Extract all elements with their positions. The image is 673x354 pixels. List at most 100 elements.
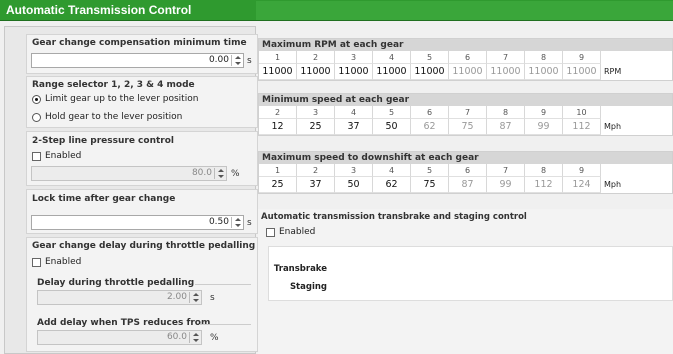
transbrake-enabled-label: Enabled <box>279 227 316 237</box>
line-pressure-group: 2-Step line pressure control Enabled 80.… <box>26 131 258 186</box>
delay-pedalling-value: 2.00 <box>166 292 187 302</box>
checkbox-icon[interactable] <box>32 151 41 161</box>
min-speed-cell[interactable]: 50 <box>373 119 411 135</box>
line-pressure-enabled-label: Enabled <box>45 151 82 161</box>
table-header-cell: 9 <box>563 51 601 64</box>
gear-comp-group: Gear change compensation minimum time 0.… <box>26 34 258 74</box>
table-header-cell: 10 <box>563 106 601 119</box>
tps-delay-label: Add delay when TPS reduces from <box>37 318 211 328</box>
gear-comp-unit: s <box>247 56 252 66</box>
table-header-cell: 6 <box>411 106 449 119</box>
range-selector-group: Range selector 1, 2, 3 & 4 mode Limit ge… <box>26 76 258 128</box>
divider <box>199 324 251 325</box>
rpm-table-header-row: 1 2 3 4 5 6 7 8 9 <box>259 51 672 64</box>
downshift-cell[interactable]: 75 <box>411 177 449 193</box>
table-header-cell: 9 <box>525 106 563 119</box>
downshift-cell[interactable]: 99 <box>487 177 525 193</box>
downshift-cell[interactable]: 25 <box>259 177 297 193</box>
tps-delay-unit: % <box>210 333 219 343</box>
table-header-cell: 8 <box>525 164 563 177</box>
table-header-cell: 6 <box>449 164 487 177</box>
gear-comp-input[interactable]: 0.00 <box>31 53 244 68</box>
spinner-arrows-icon[interactable] <box>231 55 242 66</box>
downshift-cell[interactable]: 50 <box>335 177 373 193</box>
min-speed-cell[interactable]: 25 <box>297 119 335 135</box>
rpm-table-title: Maximum RPM at each gear <box>259 39 672 51</box>
spinner-arrows-icon[interactable] <box>189 332 200 343</box>
table-header-cell: 1 <box>259 164 297 177</box>
rpm-cell[interactable]: 11000 <box>373 64 411 80</box>
table-header-cell: 7 <box>487 164 525 177</box>
tps-delay-input[interactable]: 60.0 <box>37 330 202 345</box>
rpm-cell[interactable]: 11000 <box>563 64 601 80</box>
rpm-cell[interactable]: 11000 <box>525 64 563 80</box>
line-pressure-enabled-checkbox[interactable]: Enabled <box>32 151 81 161</box>
table-header-cell: 3 <box>297 106 335 119</box>
table-header-cell: 2 <box>297 164 335 177</box>
rpm-table-value-row: 11000 11000 11000 11000 11000 11000 1100… <box>259 64 672 80</box>
transbrake-group: Automatic transmission transbrake and st… <box>258 209 673 354</box>
transbrake-enabled-checkbox[interactable]: Enabled <box>266 227 315 237</box>
rpm-cell[interactable]: 11000 <box>335 64 373 80</box>
tps-delay-value: 60.0 <box>166 332 187 342</box>
line-pressure-label: 2-Step line pressure control <box>32 136 174 146</box>
table-header-cell: 4 <box>373 51 411 64</box>
lock-time-input[interactable]: 0.50 <box>31 215 244 230</box>
gear-tables-panel: Maximum RPM at each gear 1 2 3 4 5 6 7 8… <box>258 30 673 354</box>
range-option-limit-label: Limit gear up to the lever position <box>45 94 199 104</box>
min-speed-value-row: 12 25 37 50 62 75 87 99 112 Mph <box>259 119 672 135</box>
checkbox-icon[interactable] <box>266 227 275 237</box>
line-pressure-value: 80.0 <box>191 168 212 178</box>
delay-pedalling-input[interactable]: 2.00 <box>37 290 202 305</box>
checkbox-icon[interactable] <box>32 257 41 267</box>
min-speed-cell[interactable]: 112 <box>563 119 601 135</box>
rpm-unit: RPM <box>604 67 622 76</box>
rpm-cell[interactable]: 11000 <box>449 64 487 80</box>
table-header-cell: 2 <box>297 51 335 64</box>
downshift-cell[interactable]: 37 <box>297 177 335 193</box>
table-header-cell: 9 <box>563 164 601 177</box>
table-header-cell: 8 <box>525 51 563 64</box>
range-selector-label: Range selector 1, 2, 3 & 4 mode <box>32 80 195 90</box>
table-header-cell: 8 <box>487 106 525 119</box>
range-option-limit[interactable]: Limit gear up to the lever position <box>32 94 198 104</box>
staging-label: Staging <box>289 282 327 292</box>
min-speed-cell[interactable]: 37 <box>335 119 373 135</box>
spinner-arrows-icon[interactable] <box>231 217 242 228</box>
transbrake-label: Transbrake <box>273 264 327 274</box>
rpm-cell[interactable]: 11000 <box>487 64 525 80</box>
throttle-delay-group: Gear change delay during throttle pedall… <box>26 237 258 352</box>
rpm-cell[interactable]: 11000 <box>259 64 297 80</box>
table-header-cell: 4 <box>335 106 373 119</box>
lock-time-value: 0.50 <box>208 217 229 227</box>
min-speed-cell[interactable]: 62 <box>411 119 449 135</box>
radio-icon[interactable] <box>32 112 41 122</box>
downshift-value-row: 25 37 50 62 75 87 99 112 124 Mph <box>259 177 672 193</box>
throttle-delay-enabled-checkbox[interactable]: Enabled <box>32 257 81 267</box>
rpm-cell[interactable]: 11000 <box>297 64 335 80</box>
table-header-cell: 7 <box>487 51 525 64</box>
downshift-cell[interactable]: 62 <box>373 177 411 193</box>
rpm-cell[interactable]: 11000 <box>411 64 449 80</box>
min-speed-cell[interactable]: 12 <box>259 119 297 135</box>
line-pressure-input[interactable]: 80.0 <box>31 166 227 181</box>
min-speed-cell[interactable]: 87 <box>487 119 525 135</box>
table-header-cell: 3 <box>335 164 373 177</box>
gear-comp-value: 0.00 <box>208 55 229 65</box>
window-title: Automatic Transmission Control <box>6 3 192 17</box>
range-option-hold[interactable]: Hold gear to the lever position <box>32 112 182 122</box>
radio-selected-icon[interactable] <box>32 94 41 104</box>
downshift-header-row: 1 2 3 4 5 6 7 8 9 <box>259 164 672 177</box>
gear-comp-label: Gear change compensation minimum time <box>32 38 247 48</box>
min-speed-cell[interactable]: 99 <box>525 119 563 135</box>
downshift-cell[interactable]: 112 <box>525 177 563 193</box>
downshift-cell[interactable]: 87 <box>449 177 487 193</box>
spinner-arrows-icon[interactable] <box>189 292 200 303</box>
downshift-cell[interactable]: 124 <box>563 177 601 193</box>
spinner-arrows-icon[interactable] <box>214 168 225 179</box>
min-speed-cell[interactable]: 75 <box>449 119 487 135</box>
throttle-delay-enabled-label: Enabled <box>45 257 82 267</box>
divider <box>195 284 251 285</box>
table-header-cell: 3 <box>335 51 373 64</box>
rpm-table: Maximum RPM at each gear 1 2 3 4 5 6 7 8… <box>258 38 673 81</box>
